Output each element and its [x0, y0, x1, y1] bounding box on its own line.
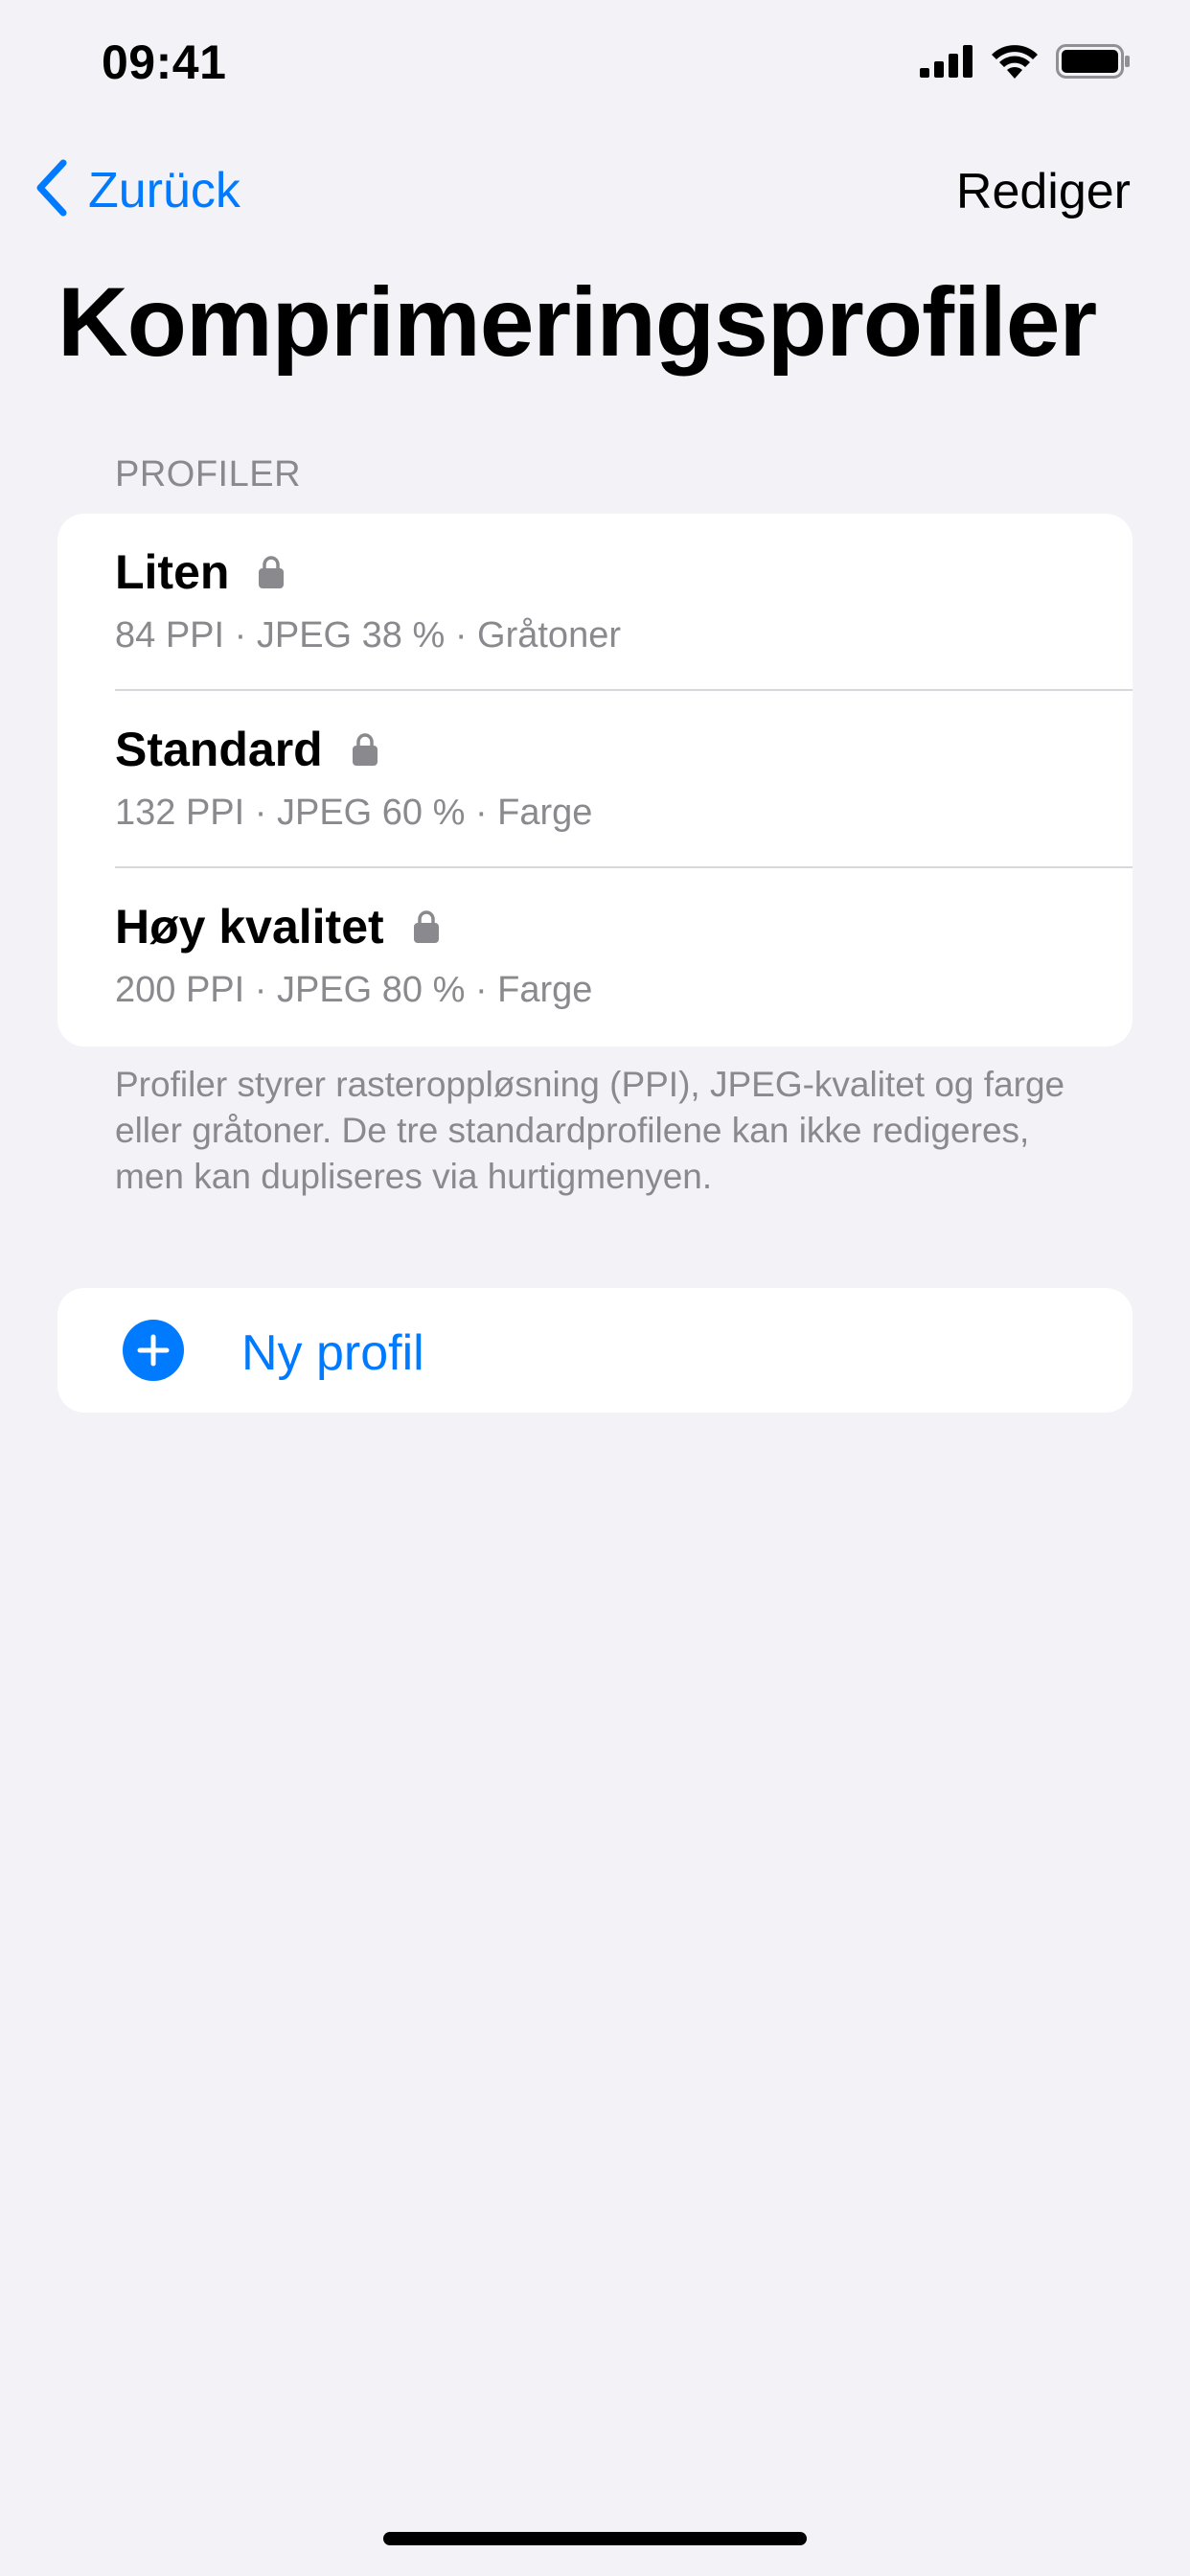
wifi-icon [991, 44, 1039, 83]
profile-detail: 200 PPI · JPEG 80 % · Farge [115, 970, 593, 1010]
lock-icon [413, 909, 440, 944]
home-indicator [383, 2532, 807, 2545]
profile-name-line: Liten [115, 544, 285, 600]
status-bar: 09:41 [0, 0, 1190, 128]
profile-name-line: Høy kvalitet [115, 899, 440, 954]
profile-name-line: Standard [115, 722, 378, 777]
cellular-signal-icon [920, 45, 973, 82]
new-profile-button[interactable]: Ny profil [57, 1288, 1133, 1413]
profile-name: Standard [115, 723, 323, 776]
edit-button[interactable]: Rediger [956, 163, 1131, 220]
profile-detail: 132 PPI · JPEG 60 % · Farge [115, 793, 593, 833]
lock-icon [258, 555, 285, 589]
profile-name: Liten [115, 545, 230, 599]
new-profile-label: Ny profil [241, 1325, 424, 1381]
profile-detail: 84 PPI · JPEG 38 % · Gråtoner [115, 615, 621, 656]
plus-circle-icon [123, 1320, 184, 1386]
lock-icon [352, 732, 378, 767]
navigation-bar: Zurück Rediger [0, 144, 1190, 240]
chevron-left-icon [34, 159, 69, 221]
profile-list: Liten 84 PPI · JPEG 38 % · Gråtoner Stan… [57, 514, 1133, 1046]
status-time: 09:41 [102, 35, 227, 89]
profile-row-hoy-kvalitet[interactable]: Høy kvalitet 200 PPI · JPEG 80 % · Farge [57, 868, 1133, 1046]
profile-row-liten[interactable]: Liten 84 PPI · JPEG 38 % · Gråtoner [57, 514, 1133, 691]
battery-icon [1056, 44, 1131, 83]
status-icons [920, 44, 1131, 83]
profile-name: Høy kvalitet [115, 900, 384, 954]
page-title: Komprimeringsprofiler [57, 267, 1097, 377]
section-header: PROFILER [115, 454, 302, 494]
back-label: Zurück [88, 162, 240, 218]
profile-row-standard[interactable]: Standard 132 PPI · JPEG 60 % · Farge [57, 691, 1133, 868]
back-button[interactable]: Zurück [34, 159, 240, 221]
section-footer: Profiler styrer rasteroppløsning (PPI), … [115, 1065, 1065, 1196]
